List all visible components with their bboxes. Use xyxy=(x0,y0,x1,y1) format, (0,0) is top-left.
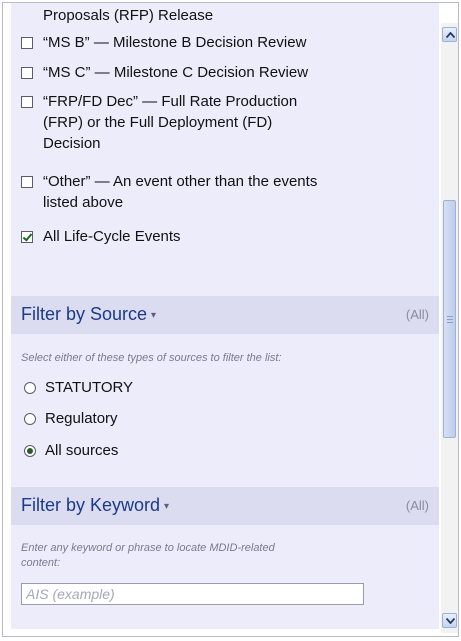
checkbox-other[interactable] xyxy=(21,176,33,188)
lifecycle-item-all[interactable]: All Life-Cycle Events xyxy=(11,227,439,249)
lifecycle-item-label-line2: (FRP) or the Full Deployment (FD) xyxy=(43,114,273,131)
filter-by-keyword-title[interactable]: Filter by Keyword ▾ xyxy=(21,495,169,516)
source-option-label: All sources xyxy=(45,442,119,459)
lifecycle-item-label-line2: listed above xyxy=(43,194,124,211)
filter-by-source-label: Filter by Source xyxy=(21,304,148,324)
source-option-regulatory[interactable]: Regulatory xyxy=(11,409,439,431)
lifecycle-item-ms-c[interactable]: “MS C” — Milestone C Decision Review xyxy=(11,63,439,85)
lifecycle-item-frp-fd-dec[interactable]: “FRP/FD Dec” — Full Rate Production (FRP… xyxy=(11,92,439,156)
lifecycle-item-ms-b[interactable]: “MS B” — Milestone B Decision Review xyxy=(11,33,439,55)
vertical-scrollbar[interactable] xyxy=(441,23,458,633)
lifecycle-item-label: “MS B” — Milestone B Decision Review xyxy=(43,34,307,51)
source-option-all-sources[interactable]: All sources xyxy=(11,441,439,463)
filter-by-source-title[interactable]: Filter by Source ▾ xyxy=(21,304,156,325)
lifecycle-item-label: “MS C” — Milestone C Decision Review xyxy=(43,64,309,81)
arrow-down-icon[interactable] xyxy=(442,613,457,628)
filter-panel: Proposals (RFP) Release “MS B” — Milesto… xyxy=(2,2,459,637)
source-option-statutory[interactable]: STATUTORY xyxy=(11,378,439,400)
radio-all-sources[interactable] xyxy=(24,445,36,457)
keyword-all-label: (All) xyxy=(405,498,429,513)
checkbox-ms-b[interactable] xyxy=(21,37,33,49)
filter-by-keyword-label: Filter by Keyword xyxy=(21,495,161,515)
radio-statutory[interactable] xyxy=(24,382,36,394)
arrow-up-icon[interactable] xyxy=(442,27,457,42)
lifecycle-item-label-line3: Decision xyxy=(43,135,101,152)
checkbox-ms-c[interactable] xyxy=(21,67,33,79)
lifecycle-item-label: “Other” — An event other than the events xyxy=(43,173,318,190)
filter-panel-content: Proposals (RFP) Release “MS B” — Milesto… xyxy=(11,3,439,629)
thumb-grip-line xyxy=(447,316,453,317)
lifecycle-item-label: “FRP/FD Dec” — Full Rate Production xyxy=(43,93,298,110)
lifecycle-item-label: All Life-Cycle Events xyxy=(43,228,181,245)
radio-regulatory[interactable] xyxy=(24,413,36,425)
lifecycle-item-other[interactable]: “Other” — An event other than the events… xyxy=(11,172,439,216)
caret-down-icon: ▾ xyxy=(164,501,170,512)
caret-down-icon: ▾ xyxy=(151,310,157,321)
filter-by-source-header[interactable]: Filter by Source ▾ (All) xyxy=(11,296,439,334)
keyword-hint-line1: Enter any keyword or phrase to locate MD… xyxy=(21,542,275,554)
source-hint: Select either of these types of sources … xyxy=(21,352,282,364)
checkbox-all-lifecycle-events[interactable] xyxy=(21,231,33,243)
keyword-search-input[interactable] xyxy=(21,583,364,605)
source-all-label: (All) xyxy=(405,307,429,322)
thumb-grip-line xyxy=(447,319,453,320)
source-option-label: STATUTORY xyxy=(45,379,134,396)
checkbox-frp-fd-dec[interactable] xyxy=(21,96,33,108)
keyword-hint-line2: content: xyxy=(21,557,61,569)
thumb-grip-line xyxy=(447,322,453,323)
filter-by-keyword-header[interactable]: Filter by Keyword ▾ (All) xyxy=(11,487,439,525)
source-option-label: Regulatory xyxy=(45,410,118,427)
lifecycle-item-rfp-release-text: Proposals (RFP) Release xyxy=(43,7,214,24)
scrollbar-thumb[interactable] xyxy=(443,200,456,438)
